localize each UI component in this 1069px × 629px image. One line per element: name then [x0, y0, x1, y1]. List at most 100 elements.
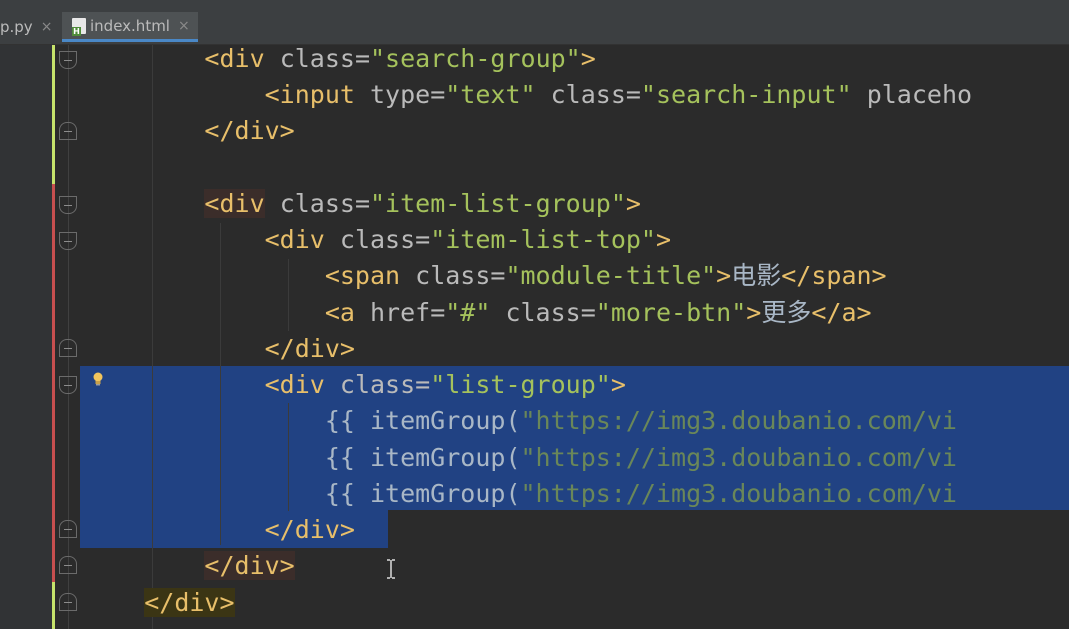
tab-label: index.html: [90, 16, 170, 35]
html-file-icon: [72, 17, 86, 36]
text-cursor-icon: [387, 559, 395, 579]
code-editor[interactable]: <div class="search-group"> <input type="…: [0, 44, 1069, 629]
code-token: "item-list-group": [370, 189, 626, 218]
code-line[interactable]: {{ itemGroup("https://img3.doubanio.com/…: [84, 476, 957, 512]
fold-toggle-icon[interactable]: [59, 593, 77, 611]
code-line[interactable]: <div class="list-group">: [84, 367, 626, 403]
code-token: "https://img3.doubanio.com/vi: [520, 443, 958, 472]
code-token: >: [655, 225, 672, 254]
code-token: "list-group": [430, 370, 611, 399]
code-token: class=: [324, 225, 431, 254]
code-token: "https://img3.doubanio.com/vi: [520, 406, 958, 435]
code-token: </div>: [144, 588, 235, 617]
code-token: "https://img3.doubanio.com/vi: [520, 479, 958, 508]
code-token: <div: [204, 44, 265, 73]
close-icon[interactable]: ×: [178, 18, 190, 34]
fold-toggle-icon[interactable]: [59, 376, 77, 394]
code-token: <a: [324, 298, 355, 327]
code-line[interactable]: <a href="#" class="more-btn">更多</a>: [84, 295, 872, 331]
code-token: >: [716, 261, 732, 290]
code-line[interactable]: <input type="text" class="search-input" …: [84, 77, 972, 113]
code-token: class=: [264, 44, 370, 73]
change-marker-red: [52, 184, 55, 582]
tab-app-py[interactable]: p.py ×: [0, 12, 58, 42]
code-token: "search-group": [370, 44, 581, 73]
code-line[interactable]: </div>: [84, 548, 295, 584]
fold-toggle-icon[interactable]: [59, 520, 77, 538]
fold-toggle-icon[interactable]: [59, 196, 77, 214]
code-token: class=: [490, 298, 596, 327]
code-token: </div>: [264, 334, 355, 363]
code-line[interactable]: <span class="module-title">电影</span>: [84, 258, 887, 294]
code-line[interactable]: </div>: [84, 512, 355, 548]
code-token: "#": [445, 298, 491, 327]
fold-toggle-icon[interactable]: [59, 339, 77, 357]
code-token: <span: [324, 261, 401, 290]
code-line[interactable]: </div>: [84, 113, 295, 149]
code-token: </span>: [781, 261, 887, 290]
fold-toggle-icon[interactable]: [59, 122, 77, 140]
code-token: href=: [354, 298, 446, 327]
code-token: class=: [264, 189, 370, 218]
code-token: <div: [204, 189, 265, 218]
code-token: "item-list-top": [430, 225, 656, 254]
code-token: {{ itemGroup(: [324, 406, 521, 435]
code-token: <div: [264, 370, 325, 399]
code-token: class=: [400, 261, 506, 290]
code-token: >: [625, 189, 641, 218]
code-token: "module-title": [505, 261, 717, 290]
code-token: 电影: [731, 261, 782, 290]
code-line[interactable]: </div>: [84, 331, 355, 367]
fold-toggle-icon[interactable]: [59, 51, 77, 69]
close-icon[interactable]: ×: [41, 19, 53, 35]
code-token: {{ itemGroup(: [324, 443, 521, 472]
tab-label: p.py: [0, 18, 33, 36]
code-token: "text": [445, 80, 536, 109]
code-token: "more-btn": [595, 298, 747, 327]
code-token: {{ itemGroup(: [324, 479, 521, 508]
code-token: >: [580, 44, 596, 73]
code-token: placeho: [851, 80, 973, 109]
code-token: <div: [264, 225, 325, 254]
code-line[interactable]: {{ itemGroup("https://img3.doubanio.com/…: [84, 440, 957, 476]
change-marker-green: [52, 582, 55, 629]
code-token: </div>: [264, 515, 355, 544]
code-token: class=: [535, 80, 641, 109]
change-marker-green: [52, 45, 55, 184]
code-line[interactable]: </div>: [84, 585, 235, 621]
code-token: </a>: [811, 298, 872, 327]
code-token: </div>: [204, 116, 295, 145]
code-token: type=: [354, 80, 446, 109]
editor-tab-bar: p.py × index.html ×: [0, 0, 1069, 45]
line-number-gutter[interactable]: [0, 45, 52, 629]
code-token: <input: [264, 80, 355, 109]
fold-toggle-icon[interactable]: [59, 556, 77, 574]
code-line[interactable]: <div class="item-list-top">: [84, 222, 671, 258]
code-line[interactable]: <div class="search-group">: [84, 41, 596, 77]
code-token: "search-input": [640, 80, 852, 109]
code-token: </div>: [204, 551, 295, 580]
code-token: 更多: [761, 298, 812, 327]
code-token: >: [610, 370, 626, 399]
code-token: >: [746, 298, 762, 327]
fold-toggle-icon[interactable]: [59, 232, 77, 250]
code-token: class=: [324, 370, 431, 399]
tab-index-html[interactable]: index.html ×: [62, 12, 198, 42]
code-line[interactable]: <div class="item-list-group">: [84, 186, 641, 222]
code-line[interactable]: {{ itemGroup("https://img3.doubanio.com/…: [84, 403, 957, 439]
